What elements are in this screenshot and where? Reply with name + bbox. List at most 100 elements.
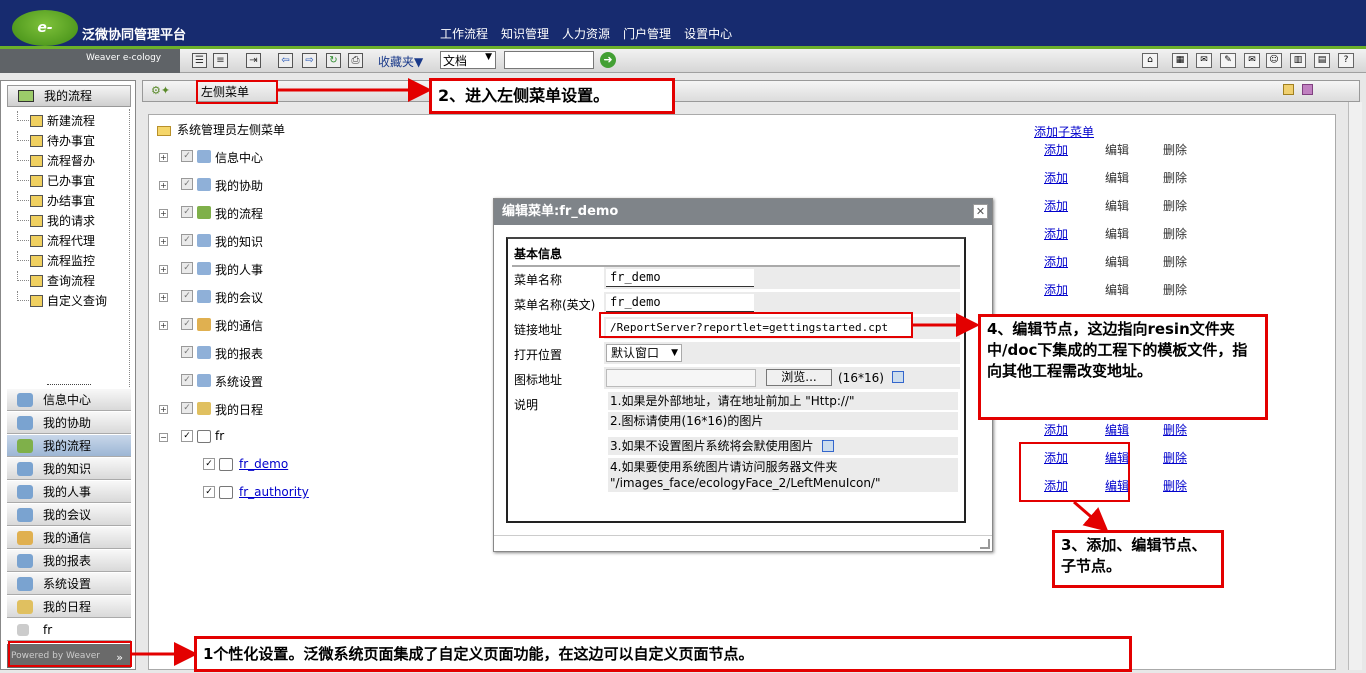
left-sidebar: 我的流程 新建流程 待办事宜 流程督办 已办事宜 办结事宜 我的请求 流程代理 … xyxy=(0,80,136,670)
module-hr[interactable]: 我的人事 xyxy=(7,480,131,503)
tree-row-label: 系统设置 xyxy=(215,375,264,389)
list-icon[interactable]: ☰ xyxy=(192,53,207,68)
sidebar-item-monitor[interactable]: 流程监控 xyxy=(15,251,125,271)
sidebar-item-agent[interactable]: 流程代理 xyxy=(15,231,125,251)
grid-icon[interactable]: ▥ xyxy=(1290,53,1306,68)
add-link[interactable]: 添加 xyxy=(1044,253,1068,270)
open-label: 打开位置 xyxy=(514,348,563,362)
supervise-icon xyxy=(30,155,43,167)
add-link[interactable]: 添加 xyxy=(1044,225,1068,242)
module-fr[interactable]: fr xyxy=(7,618,131,641)
note-icon[interactable]: ✉ xyxy=(1244,53,1260,68)
delete-label: 删除 xyxy=(1163,255,1188,269)
add-link[interactable]: 添加 xyxy=(1044,421,1068,438)
dialog-title[interactable]: 编辑菜单:fr_demo xyxy=(494,199,992,225)
open-position-select[interactable]: 默认窗口 ▼ xyxy=(606,344,682,362)
edit-label: 编辑 xyxy=(1105,171,1130,185)
add-link[interactable]: 添加 xyxy=(1044,141,1068,158)
delete-link[interactable]: 删除 xyxy=(1163,449,1187,466)
browse-button[interactable]: 浏览... xyxy=(766,369,832,386)
eraser-icon[interactable] xyxy=(1302,84,1313,95)
add-link[interactable]: 添加 xyxy=(1044,197,1068,214)
sidebar-resize-handle[interactable] xyxy=(47,384,91,386)
delete-label: 删除 xyxy=(1163,283,1188,297)
icon-size-hint: (16*16) xyxy=(838,371,884,385)
favorites-menu[interactable]: 收藏夹▼ xyxy=(378,53,423,70)
edit-icon[interactable]: ✎ xyxy=(1220,53,1236,68)
module-workflow[interactable]: 我的流程 xyxy=(7,434,131,457)
tree-row-collaboration[interactable]: + ✓ 我的协助 添加 编辑 删除 xyxy=(159,171,1219,197)
sidebar-item-label: 自定义查询 xyxy=(47,294,108,308)
resize-handle[interactable] xyxy=(980,539,990,549)
sidebar-item-supervise[interactable]: 流程督办 xyxy=(15,151,125,171)
module-collaboration[interactable]: 我的协助 xyxy=(7,411,131,434)
sidebar-splitter[interactable] xyxy=(129,109,135,389)
tree-row-label: 我的日程 xyxy=(215,403,264,417)
users-icon[interactable]: ☺ xyxy=(1266,53,1282,68)
add-link[interactable]: 添加 xyxy=(1044,169,1068,186)
person-icon xyxy=(17,485,33,499)
exit-icon[interactable]: ⇥ xyxy=(246,53,261,68)
folder-icon[interactable] xyxy=(1283,84,1294,95)
sidebar-item-new-flow[interactable]: 新建流程 xyxy=(15,111,125,131)
module-schedule[interactable]: 我的日程 xyxy=(7,595,131,618)
sidebar-header[interactable]: 我的流程 xyxy=(7,85,131,107)
module-communication[interactable]: 我的通信 xyxy=(7,526,131,549)
page-scrollbar[interactable] xyxy=(1348,102,1362,670)
home-icon[interactable]: ⌂ xyxy=(1142,53,1158,68)
module-meeting[interactable]: 我的会议 xyxy=(7,503,131,526)
menu-icon[interactable]: ≡ xyxy=(213,53,228,68)
print-icon[interactable]: ⎙ xyxy=(348,53,363,68)
sidebar-item-todo[interactable]: 待办事宜 xyxy=(15,131,125,151)
go-icon[interactable]: ➜ xyxy=(600,52,616,68)
edit-label: 编辑 xyxy=(1105,283,1130,297)
mail-icon[interactable]: ✉ xyxy=(1196,53,1212,68)
sidebar-item-finished[interactable]: 办结事宜 xyxy=(15,191,125,211)
search-input[interactable] xyxy=(504,51,594,69)
menu-name-en-input[interactable]: fr_demo xyxy=(606,294,754,312)
module-knowledge[interactable]: 我的知识 xyxy=(7,457,131,480)
note-2: 2.图标请使用(16*16)的图片 xyxy=(608,412,958,430)
topnav-portal[interactable]: 门户管理 xyxy=(623,25,671,42)
help-icon[interactable]: ? xyxy=(1338,53,1354,68)
module-report[interactable]: 我的报表 xyxy=(7,549,131,572)
topnav-knowledge[interactable]: 知识管理 xyxy=(501,25,549,42)
calendar-icon[interactable]: ▦ xyxy=(1172,53,1188,68)
link-label: 链接地址 xyxy=(514,323,563,337)
tree-row-label: 我的人事 xyxy=(215,263,264,277)
close-icon[interactable]: ✕ xyxy=(973,204,988,219)
document-icon[interactable]: ▤ xyxy=(1314,53,1330,68)
tree-row-label[interactable]: fr_demo xyxy=(239,457,288,471)
tree-row-info-center[interactable]: + ✓ 信息中心 添加 编辑 删除 xyxy=(159,143,1219,169)
add-link[interactable]: 添加 xyxy=(1044,281,1068,298)
delete-label: 删除 xyxy=(1163,171,1188,185)
add-submenu-link[interactable]: 添加子菜单 xyxy=(1034,123,1094,140)
sidebar-item-custom-query[interactable]: 自定义查询 xyxy=(15,291,125,311)
sidebar-item-done[interactable]: 已办事宜 xyxy=(15,171,125,191)
tree-row-label[interactable]: fr_authority xyxy=(239,485,309,499)
topnav-workflow[interactable]: 工作流程 xyxy=(440,25,488,42)
icon-label: 图标地址 xyxy=(514,373,563,387)
custom-query-icon xyxy=(30,295,43,307)
module-info-center[interactable]: 信息中心 xyxy=(7,388,131,411)
module-system-settings[interactable]: 系统设置 xyxy=(7,572,131,595)
delete-link[interactable]: 删除 xyxy=(1163,421,1187,438)
forward-arrow-icon[interactable]: ⇨ xyxy=(302,53,317,68)
topnav-hr[interactable]: 人力资源 xyxy=(562,25,610,42)
finished-icon xyxy=(30,195,43,207)
tree-row-label: 我的会议 xyxy=(215,291,264,305)
icon-path-input[interactable] xyxy=(606,369,756,387)
edit-link[interactable]: 编辑 xyxy=(1105,421,1129,438)
back-arrow-icon[interactable]: ⇦ xyxy=(278,53,293,68)
doc-type-select[interactable]: 文档 ▼ xyxy=(440,51,496,69)
tree-root[interactable]: 系统管理员左侧菜单 xyxy=(157,121,285,138)
refresh-icon[interactable]: ↻ xyxy=(326,53,341,68)
delete-link[interactable]: 删除 xyxy=(1163,477,1187,494)
sidebar-item-query[interactable]: 查询流程 xyxy=(15,271,125,291)
tree-row-label: fr xyxy=(215,429,225,443)
menu-name-input[interactable]: fr_demo xyxy=(606,269,754,287)
sidebar-item-label: 流程监控 xyxy=(47,254,96,268)
delete-label: 删除 xyxy=(1163,143,1188,157)
sidebar-item-my-requests[interactable]: 我的请求 xyxy=(15,211,125,231)
topnav-settings[interactable]: 设置中心 xyxy=(684,25,732,42)
